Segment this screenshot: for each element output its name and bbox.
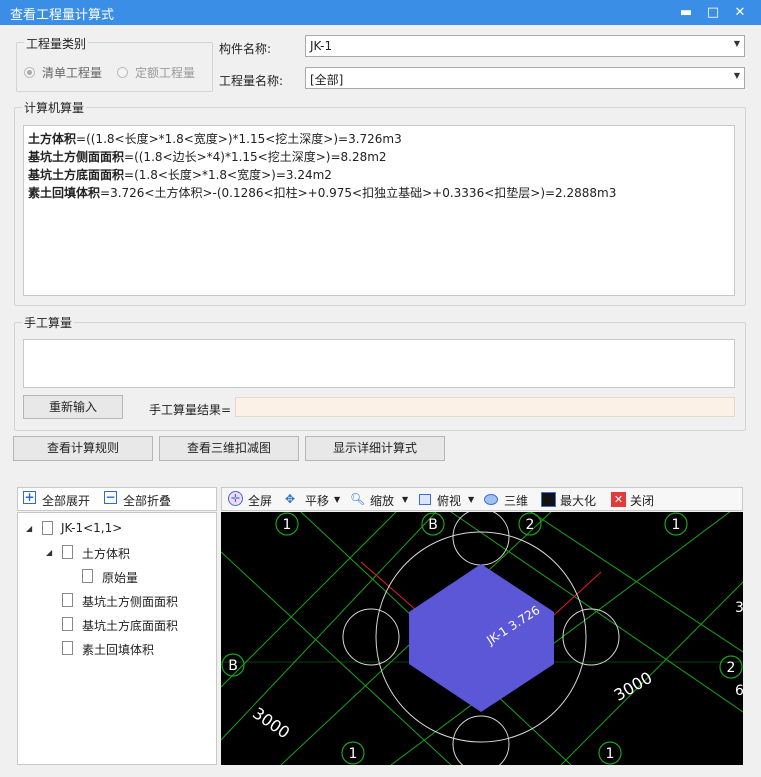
- view-rules-button[interactable]: 查看计算规则: [13, 436, 153, 461]
- title-bar: 查看工程量计算式 ▬ □ ✕: [0, 0, 761, 25]
- document-icon: [62, 545, 73, 559]
- document-icon: [62, 617, 73, 631]
- fullscreen-icon: ✛: [228, 491, 243, 506]
- collapse-icon: −: [104, 490, 117, 504]
- document-icon: [62, 641, 73, 655]
- axis-label: 1: [283, 517, 292, 533]
- quantity-name-select[interactable]: [全部] ▼: [305, 67, 745, 89]
- formula-name: 基坑土方底面面积: [28, 168, 125, 182]
- chevron-down-icon[interactable]: ▼: [402, 495, 408, 504]
- minimize-button[interactable]: ▬: [673, 0, 699, 25]
- formula-name: 基坑土方侧面面积: [28, 150, 125, 164]
- tree-node-backfill[interactable]: 素土回填体积: [82, 641, 154, 658]
- top-view-icon: [419, 494, 431, 505]
- tree-node-bottom-area[interactable]: 基坑土方底面面积: [82, 617, 178, 634]
- collapse-all-button[interactable]: 全部折叠: [123, 492, 171, 509]
- category-group-label: 工程量类别: [24, 35, 89, 52]
- axis-label: B: [428, 517, 438, 533]
- component-name-value: JK-1: [310, 39, 333, 53]
- chevron-down-icon[interactable]: ▼: [468, 495, 474, 504]
- component-name-label: 构件名称:: [219, 42, 272, 56]
- formula-line: 基坑土方侧面面积=((1.8<边长>*4)*1.15<挖土深度>)=8.28m2: [28, 148, 387, 166]
- tree-expanded-icon[interactable]: ◢: [46, 548, 52, 557]
- document-icon: [82, 569, 93, 583]
- foundation-pit-box: [409, 564, 554, 712]
- top-view-button[interactable]: 俯视: [437, 492, 461, 509]
- manual-result-label: 手工算量结果=: [149, 403, 232, 417]
- formula-expr: =((1.8<边长>*4)*1.15<挖土深度>)=8.28m2: [124, 150, 387, 164]
- 3d-button[interactable]: 三维: [504, 492, 528, 509]
- tree-node-earthwork[interactable]: 土方体积: [82, 545, 130, 562]
- computer-calc-text[interactable]: 土方体积=((1.8<长度>*1.8<宽度>)*1.15<挖土深度>)=3.72…: [23, 125, 735, 296]
- axis-label: 1: [606, 746, 615, 762]
- chevron-down-icon[interactable]: ▼: [334, 495, 340, 504]
- chevron-down-icon: ▼: [733, 39, 740, 48]
- document-icon: [42, 521, 53, 535]
- maximize-button[interactable]: □: [700, 0, 726, 25]
- formula-name: 素土回填体积: [28, 186, 101, 200]
- show-detail-button[interactable]: 显示详细计算式: [305, 436, 445, 461]
- view-toolbar: ✛ 全屏 ✥ 平移 ▼ 🔍︎ 缩放 ▼ 俯视 ▼ 三维 最大化 ✕ 关闭: [221, 487, 743, 511]
- view-3d-deduction-button[interactable]: 查看三维扣减图: [159, 436, 299, 461]
- pan-button[interactable]: 平移: [305, 492, 329, 509]
- formula-expr: =(1.8<长度>*1.8<宽度>)=3.24m2: [124, 168, 332, 182]
- 3d-icon: [484, 494, 498, 505]
- formula-expr: =((1.8<长度>*1.8<宽度>)*1.15<挖土深度>)=3.726m3: [76, 132, 402, 146]
- maximize-view-icon: [541, 492, 556, 507]
- maximize-view-button[interactable]: 最大化: [560, 492, 596, 509]
- axis-label: 1: [349, 746, 358, 762]
- quantity-name-label: 工程量名称:: [219, 74, 284, 88]
- edge-label: 6: [735, 683, 743, 699]
- chevron-down-icon: ▼: [733, 71, 740, 80]
- drawing-canvas[interactable]: JK-1 3.726 1 B 2 1 B 2 1 1 3000 3000 3 6: [221, 512, 743, 765]
- axis-label: 1: [672, 517, 681, 533]
- radio-list-quantity[interactable]: [24, 67, 35, 78]
- dimension-right: 3000: [611, 668, 656, 705]
- quantity-tree: ◢ JK-1<1,1> ◢ 土方体积 原始量 基坑土方侧面面积 基坑土方底面面积…: [17, 512, 217, 765]
- tree-node-side-area[interactable]: 基坑土方侧面面积: [82, 593, 178, 610]
- component-name-select[interactable]: JK-1 ▼: [305, 35, 745, 57]
- radio-quota-quantity[interactable]: [117, 67, 128, 78]
- close-view-button[interactable]: 关闭: [630, 492, 654, 509]
- formula-line: 土方体积=((1.8<长度>*1.8<宽度>)*1.15<挖土深度>)=3.72…: [28, 130, 402, 148]
- pan-icon: ✥: [285, 492, 296, 506]
- formula-expr: =3.726<土方体积>-(0.1286<扣柱>+0.975<扣独立基础>+0.…: [100, 186, 617, 200]
- formula-line: 基坑土方底面面积=(1.8<长度>*1.8<宽度>)=3.24m2: [28, 166, 332, 184]
- radio-list-quantity-label: 清单工程量: [42, 66, 103, 80]
- expand-all-button[interactable]: 全部展开: [42, 492, 90, 509]
- computer-calc-label: 计算机算量: [22, 99, 87, 116]
- axis-label: 2: [727, 660, 736, 676]
- quantity-name-value: [全部]: [310, 73, 344, 87]
- document-icon: [62, 593, 73, 607]
- window-title: 查看工程量计算式: [10, 8, 115, 23]
- manual-calc-input[interactable]: [23, 339, 735, 388]
- manual-result-field[interactable]: [235, 397, 735, 417]
- expand-icon: +: [23, 490, 36, 504]
- formula-line: 素土回填体积=3.726<土方体积>-(0.1286<扣柱>+0.975<扣独立…: [28, 184, 616, 202]
- zoom-button[interactable]: 缩放: [370, 492, 394, 509]
- close-button[interactable]: ✕: [727, 0, 753, 25]
- tree-node-root[interactable]: JK-1<1,1>: [61, 521, 122, 535]
- edge-label: 3: [735, 600, 743, 616]
- formula-name: 土方体积: [28, 132, 77, 146]
- tree-expanded-icon[interactable]: ◢: [26, 524, 32, 533]
- dimension-left: 3000: [249, 703, 293, 742]
- fullscreen-button[interactable]: 全屏: [248, 492, 272, 509]
- zoom-icon: 🔍︎: [350, 492, 366, 506]
- reinput-button[interactable]: 重新输入: [23, 395, 123, 419]
- axis-label: 2: [526, 517, 535, 533]
- radio-quota-quantity-label: 定额工程量: [135, 66, 196, 80]
- axis-label: B: [228, 658, 238, 674]
- manual-calc-label: 手工算量: [22, 314, 75, 331]
- tree-toolbar: + 全部展开 − 全部折叠: [17, 487, 217, 511]
- tree-node-original[interactable]: 原始量: [102, 569, 138, 586]
- close-view-icon: ✕: [611, 492, 626, 507]
